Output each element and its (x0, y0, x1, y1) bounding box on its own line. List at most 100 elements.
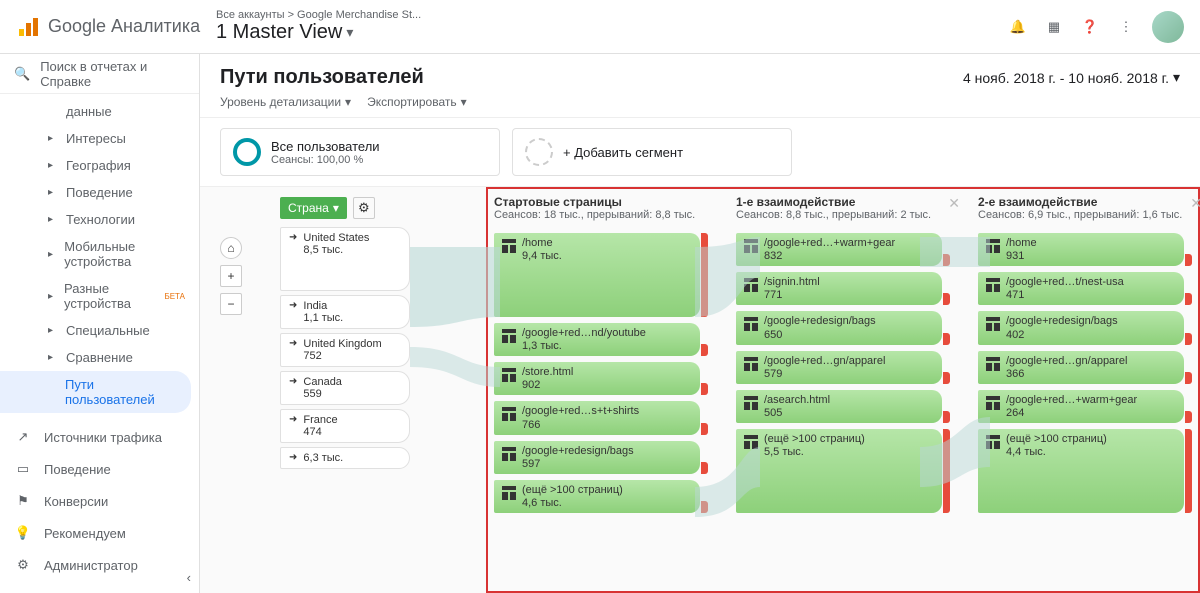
sidebar-item-поведение[interactable]: ▸Поведение (0, 179, 199, 206)
dropoff-bar (701, 233, 708, 317)
node-label: /home (522, 237, 562, 250)
sidebar-search[interactable]: 🔍 Поиск в отчетах и Справке (0, 54, 199, 94)
flow-node[interactable]: /google+redesign/bags650 (736, 311, 942, 344)
avatar[interactable] (1152, 11, 1184, 43)
search-icon: 🔍 (14, 66, 30, 82)
flow-node[interactable]: /google+redesign/bags597 (494, 441, 700, 474)
zoom-out-button[interactable]: − (220, 293, 242, 315)
flow-node[interactable]: /home931 (978, 233, 1184, 266)
flow-node[interactable]: /google+red…gn/apparel579 (736, 351, 942, 384)
flow-node[interactable]: /asearch.html505 (736, 390, 942, 423)
page-icon (502, 486, 516, 500)
country-name: Canada (303, 376, 342, 388)
view-name: 1 Master View (216, 21, 342, 44)
flow-node[interactable]: /google+red…s+t+shirts766 (494, 401, 700, 434)
flow-node[interactable]: (ещё >100 страниц)4,4 тыс. (978, 429, 1184, 513)
sidebar-item-география[interactable]: ▸География (0, 152, 199, 179)
sidebar-item-технологии[interactable]: ▸Технологии (0, 206, 199, 233)
detail-level-dropdown[interactable]: Уровень детализации▾ (220, 95, 351, 109)
sidebar-item-данные[interactable]: данные (0, 98, 199, 125)
page-icon (502, 447, 516, 461)
sidebar-main-рекомендуем[interactable]: 💡Рекомендуем (0, 517, 199, 549)
sidebar-main-администратор[interactable]: ⚙ Администратор (0, 549, 199, 581)
flow-node[interactable]: /google+red…nd/youtube1,3 тыс. (494, 323, 700, 356)
nav-label: Администратор (44, 558, 138, 573)
dimension-controls: Страна ▾ ⚙ (280, 197, 375, 219)
country-name: United States (303, 232, 369, 244)
date-range-picker[interactable]: 4 нояб. 2018 г. - 10 нояб. 2018 г. ▾ (963, 69, 1180, 86)
sidebar-main-поведение[interactable]: ▭Поведение (0, 453, 199, 485)
sidebar: 🔍 Поиск в отчетах и Справке данные▸Интер… (0, 54, 200, 593)
sidebar-item-мобильные-устройства[interactable]: ▸Мобильные устройства (0, 233, 199, 275)
apps-icon[interactable]: ▦ (1044, 17, 1064, 37)
more-icon[interactable]: ⋮ (1116, 17, 1136, 37)
country-value: 559 (303, 388, 342, 400)
dimension-dropdown[interactable]: Страна ▾ (280, 197, 347, 219)
logo-area[interactable]: Google Аналитика (16, 15, 216, 39)
flow-node[interactable]: (ещё >100 страниц)5,5 тыс. (736, 429, 942, 513)
flow-node[interactable]: /home9,4 тыс. (494, 233, 700, 317)
flow-column: Стартовые страницыСеансов: 18 тыс., прер… (494, 195, 700, 585)
nav-icon: 💡 (14, 525, 32, 541)
chevron-right-icon: ▸ (48, 187, 60, 198)
sidebar-item-интересы[interactable]: ▸Интересы (0, 125, 199, 152)
sidebar-item-сравнение[interactable]: ▸Сравнение (0, 344, 199, 371)
export-dropdown[interactable]: Экспортировать▾ (367, 95, 467, 109)
flow-node[interactable]: /store.html902 (494, 362, 700, 395)
notifications-icon[interactable]: 🔔 (1008, 17, 1028, 37)
sidebar-item-разные-устройства[interactable]: ▸Разные устройстваБЕТА (0, 275, 199, 317)
node-label: /google+red…+warm+gear (1006, 394, 1137, 407)
node-value: 4,6 тыс. (522, 497, 623, 509)
flow-node[interactable]: /google+red…gn/apparel366 (978, 351, 1184, 384)
sidebar-main-конверсии[interactable]: ⚑Конверсии (0, 485, 199, 517)
node-value: 505 (764, 407, 830, 419)
dropoff-bar (701, 501, 708, 513)
country-node[interactable]: ➜France474 (280, 409, 410, 443)
page-icon (502, 329, 516, 343)
nav-icon: ⚙ (14, 557, 32, 573)
nav-label: Специальные (66, 323, 150, 338)
close-column-button[interactable]: ✕ (948, 195, 960, 212)
country-node[interactable]: ➜United States8,5 тыс. (280, 227, 410, 291)
dropoff-bar (701, 383, 708, 395)
dropoff-bar (943, 333, 950, 345)
sidebar-item-специальные[interactable]: ▸Специальные (0, 317, 199, 344)
sidebar-main-источники-трафика[interactable]: ↗Источники трафика (0, 421, 199, 453)
flow-node[interactable]: (ещё >100 страниц)4,6 тыс. (494, 480, 700, 513)
flow-node[interactable]: /google+red…+warm+gear832 (736, 233, 942, 266)
node-label: /signin.html (764, 276, 820, 289)
flow-column: 2-е взаимодействиеСеансов: 6,9 тыс., пре… (978, 195, 1184, 585)
node-value: 264 (1006, 407, 1137, 419)
column-header: 1-е взаимодействиеСеансов: 8,8 тыс., пре… (736, 195, 942, 221)
country-node[interactable]: ➜United Kingdom752 (280, 333, 410, 367)
column-header: 2-е взаимодействиеСеансов: 6,9 тыс., пре… (978, 195, 1184, 221)
sidebar-item-пути-пользователей[interactable]: Пути пользователей (0, 371, 191, 413)
home-button[interactable]: ⌂ (220, 237, 242, 259)
flow-node[interactable]: /google+red…+warm+gear264 (978, 390, 1184, 423)
country-node[interactable]: ➜6,3 тыс. (280, 447, 410, 469)
dropoff-bar (1185, 333, 1192, 345)
collapse-sidebar-button[interactable]: ‹ (187, 570, 191, 585)
breadcrumb-path[interactable]: Все аккаунты > Google Merchandise St... (216, 9, 1008, 21)
help-icon[interactable]: ❓ (1080, 17, 1100, 37)
node-value: 402 (1006, 329, 1118, 341)
node-value: 471 (1006, 289, 1124, 301)
country-node[interactable]: ➜India1,1 тыс. (280, 295, 410, 329)
segment-all-users[interactable]: Все пользователи Сеансы: 100,00 % (220, 128, 500, 176)
dropoff-bar (1185, 254, 1192, 266)
dropoff-bar (943, 372, 950, 384)
zoom-in-button[interactable]: + (220, 265, 242, 287)
node-value: 931 (1006, 250, 1037, 262)
arrow-icon: ➜ (289, 376, 297, 387)
view-selector[interactable]: 1 Master View ▾ (216, 21, 1008, 44)
flow-node[interactable]: /google+redesign/bags402 (978, 311, 1184, 344)
add-segment-button[interactable]: + Добавить сегмент (512, 128, 792, 176)
zoom-controls: ⌂ + − (220, 237, 242, 315)
flow-node[interactable]: /signin.html771 (736, 272, 942, 305)
dimension-settings-button[interactable]: ⚙ (353, 197, 375, 219)
segment-subtitle: Сеансы: 100,00 % (271, 154, 380, 166)
close-column-button[interactable]: ✕ (1190, 195, 1200, 212)
flow-node[interactable]: /google+red…t/nest-usa471 (978, 272, 1184, 305)
country-node[interactable]: ➜ Canada559 (280, 371, 410, 405)
node-value: 771 (764, 289, 820, 301)
